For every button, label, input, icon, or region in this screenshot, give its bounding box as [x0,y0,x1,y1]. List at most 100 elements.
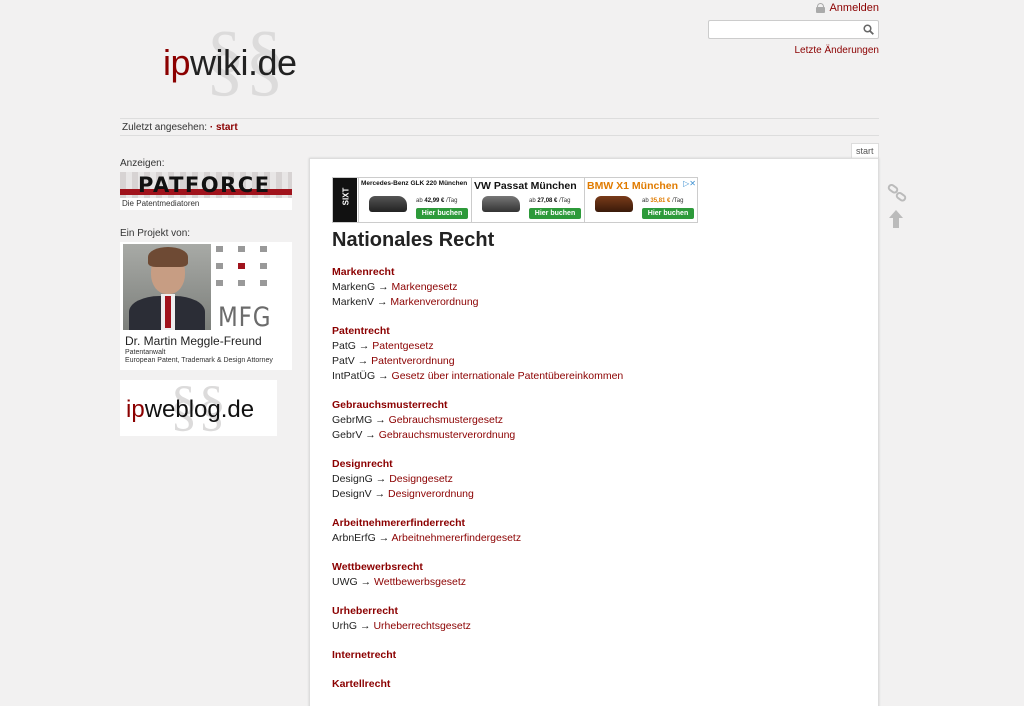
section-title-link[interactable]: Arbeitnehmererfinderrecht [332,516,623,531]
law-link[interactable]: Patentgesetz [372,340,433,352]
section-title-link[interactable]: Urheberrecht [332,604,623,619]
law-section: Internetrecht [332,648,623,663]
login-link[interactable]: Anmelden [816,2,879,14]
section-title-link[interactable]: Internetrecht [332,648,623,663]
law-abbreviation: PatG [332,340,356,352]
adchoices-icon[interactable]: ▷✕ [683,179,696,188]
section-title-link[interactable]: Designrecht [332,457,623,472]
site-logo[interactable]: ipwiki.de [163,42,297,84]
law-entry: UrhG → Urheberrechtsgesetz [332,619,623,634]
patforce-banner[interactable]: PATFORCE Die Patentmediatoren [120,172,292,210]
law-section: Arbeitnehmererfinderrecht ArbnErfG → Arbe… [332,516,623,546]
person-name: Dr. Martin Meggle-Freund [125,334,262,348]
law-entry: UWG → Wettbewerbsgesetz [332,575,623,590]
arrow-icon: → [374,488,386,500]
book-button[interactable]: Hier buchen [416,208,468,219]
breadcrumb-separator: · [209,122,214,133]
section-title-link[interactable]: Markenrecht [332,265,623,280]
law-link[interactable]: Wettbewerbsgesetz [374,576,466,588]
book-button[interactable]: Hier buchen [642,208,694,219]
law-section: Gebrauchsmusterrecht GebrMG → Gebrauchsmu… [332,398,623,443]
law-abbreviation: MarkenG [332,281,376,293]
ipweblog-banner[interactable]: §§ ipweblog.de [120,380,277,436]
ad-item-title: Mercedes-Benz GLK 220 München [361,180,468,187]
law-abbreviation: GebrMG [332,414,373,426]
car-image [482,196,520,212]
law-entry: GebrMG → Gebrauchsmustergesetz [332,413,623,428]
person-title: Patentanwalt European Patent, Trademark … [125,349,273,365]
section-title-link[interactable]: Kartellrecht [332,677,623,692]
logo-rest: wiki.de [190,42,297,83]
backlinks-icon[interactable] [887,184,907,202]
search-input[interactable] [709,22,859,40]
law-abbreviation: UrhG [332,620,358,632]
ad-item-price: ab 27,08 € /Tag [529,198,571,204]
ipweblog-logo: ipweblog.de [126,396,255,423]
person-title-line-1: Patentanwalt [125,349,166,356]
mfg-logo-text: MFG [218,302,272,333]
law-abbreviation: DesignG [332,473,373,485]
law-link[interactable]: Patentverordnung [371,355,454,367]
law-abbreviation: MarkenV [332,296,375,308]
back-to-top-icon[interactable] [889,210,903,228]
ad-item-title: BMW X1 München [587,180,678,192]
law-link[interactable]: Designgesetz [389,473,453,485]
law-section: Kartellrecht [332,677,623,692]
law-link[interactable]: Gesetz über internationale Patentüberein… [392,370,624,382]
recent-changes-link[interactable]: Letzte Änderungen [794,45,879,56]
login-label: Anmelden [829,2,879,14]
law-abbreviation: ArbnErfG [332,532,376,544]
project-label: Ein Projekt von: [120,228,191,239]
law-link[interactable]: Gebrauchsmustergesetz [389,414,503,426]
law-link[interactable]: Urheberrechtsgesetz [373,620,470,632]
ad-item-mercedes[interactable]: Mercedes-Benz GLK 220 München ab 42,99 €… [358,178,471,222]
car-image [595,196,633,212]
breadcrumb: Zuletzt angesehen: · start [120,118,879,136]
law-abbreviation: GebrV [332,429,363,441]
law-abbreviation: DesignV [332,488,372,500]
sixt-ad-banner[interactable]: SIXT Mercedes-Benz GLK 220 München ab 42… [332,177,698,223]
law-abbreviation: UWG [332,576,358,588]
law-entry: DesignG → Designgesetz [332,472,623,487]
lock-icon [816,3,826,13]
arrow-icon: → [358,340,370,352]
search-box [708,20,879,40]
law-entry: PatV → Patentverordnung [332,354,623,369]
law-section: Designrecht DesignG → Designgesetz DesignV… [332,457,623,502]
ads-label: Anzeigen: [120,158,165,169]
main-content: SIXT Mercedes-Benz GLK 220 München ab 42… [309,158,879,706]
ad-item-price: ab 35,81 € /Tag [642,198,684,204]
law-link[interactable]: Markenverordnung [390,296,478,308]
law-entry: GebrV → Gebrauchsmusterverordnung [332,428,623,443]
car-image [369,196,407,212]
ad-item-passat[interactable]: VW Passat München ab 27,08 € /Tag Hier b… [471,178,584,222]
law-entry: MarkenG → Markengesetz [332,280,623,295]
ad-item-title: VW Passat München [474,180,577,192]
ad-item-bmw[interactable]: BMW X1 München ab 35,81 € /Tag Hier buch… [584,178,697,222]
person-title-line-2: European Patent, Trademark & Design Atto… [125,357,273,364]
section-title-link[interactable]: Gebrauchsmusterrecht [332,398,623,413]
arrow-icon: → [360,620,371,632]
person-photo [123,244,211,330]
arrow-icon: → [378,281,389,293]
breadcrumb-start-link[interactable]: start [216,122,238,133]
law-link[interactable]: Arbeitnehmererfindergesetz [392,532,522,544]
section-title-link[interactable]: Patentrecht [332,324,623,339]
law-link[interactable]: Markengesetz [392,281,458,293]
law-link[interactable]: Designverordnung [388,488,474,500]
mfg-banner[interactable]: MFG Dr. Martin Meggle-Freund Patentanwal… [120,242,292,370]
arrow-icon: → [375,473,387,485]
law-entry: ArbnErfG → Arbeitnehmererfindergesetz [332,531,623,546]
search-icon[interactable] [863,24,874,35]
sidebar: Anzeigen: PATFORCE Die Patentmediatoren … [120,158,295,436]
breadcrumb-label: Zuletzt angesehen: [122,122,208,133]
law-entry: DesignV → Designverordnung [332,487,623,502]
arrow-icon: → [378,532,390,544]
patforce-word: PATFORCE [138,173,271,197]
section-title-link[interactable]: Wettbewerbsrecht [332,560,623,575]
book-button[interactable]: Hier buchen [529,208,581,219]
page-title: Nationales Recht [332,229,495,251]
arrow-icon: → [357,355,369,367]
arrow-icon: → [375,414,386,426]
law-link[interactable]: Gebrauchsmusterverordnung [379,429,516,441]
